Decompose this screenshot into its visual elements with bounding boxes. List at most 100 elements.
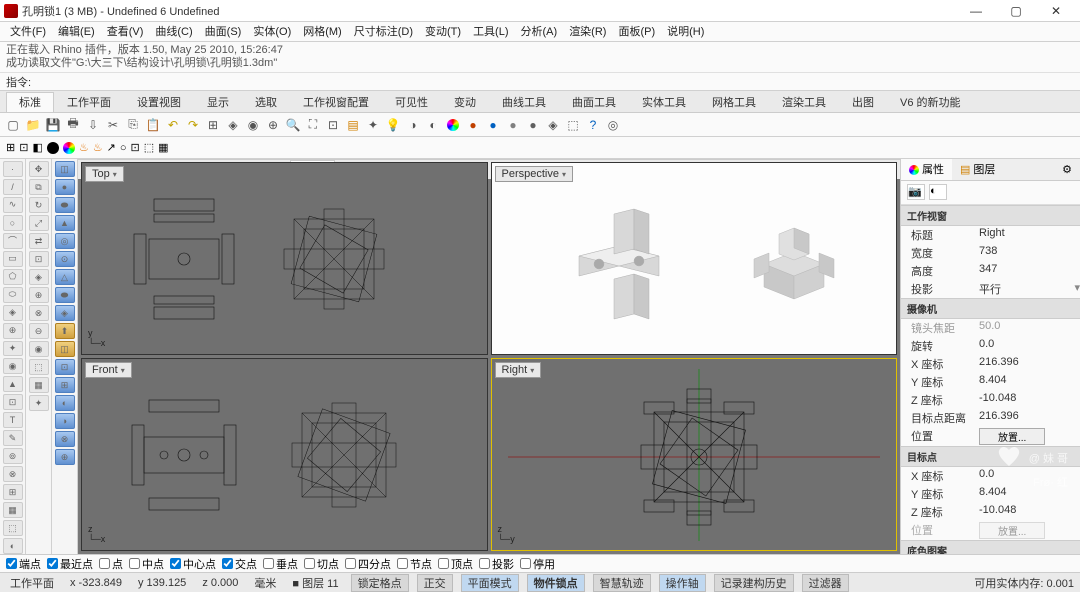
tool-icon[interactable]: ○ <box>120 142 127 154</box>
ellipsoid-icon[interactable]: ⬬ <box>55 287 75 303</box>
cut-icon[interactable]: ✂ <box>104 116 122 134</box>
tab-solidtools[interactable]: 实体工具 <box>629 92 699 112</box>
status-history[interactable]: 记录建构历史 <box>714 574 794 592</box>
tool-icon[interactable]: ◈ <box>55 305 75 321</box>
tool-icon[interactable]: ◎ <box>604 116 622 134</box>
tool-icon[interactable]: ⬚ <box>144 141 154 154</box>
circle-tool-icon[interactable]: ○ <box>3 215 23 231</box>
status-unit[interactable]: 毫米 <box>250 575 280 591</box>
osnap-7[interactable]: 切点 <box>304 556 339 572</box>
tool-icon[interactable]: ↗ <box>107 141 116 154</box>
tool-icon[interactable]: ▦ <box>29 377 49 393</box>
menu-dimension[interactable]: 尺寸标注(D) <box>348 22 419 41</box>
tool-icon[interactable]: ⊚ <box>3 448 23 464</box>
menu-file[interactable]: 文件(F) <box>4 22 52 41</box>
tool-icon[interactable]: ⊖ <box>29 323 49 339</box>
tab-curvetools[interactable]: 曲线工具 <box>489 92 559 112</box>
print-icon[interactable]: 🖶 <box>64 116 82 134</box>
menu-mesh[interactable]: 网格(M) <box>297 22 348 41</box>
tool-icon[interactable]: ✦ <box>3 341 23 357</box>
menu-surface[interactable]: 曲面(S) <box>199 22 248 41</box>
close-button[interactable]: ✕ <box>1036 0 1076 22</box>
box-icon[interactable]: ◫ <box>55 161 75 177</box>
status-gridsnap[interactable]: 锁定格点 <box>351 574 409 592</box>
tab-layers[interactable]: ▤图层 <box>952 159 1003 180</box>
tool-icon[interactable]: ⊡ <box>324 116 342 134</box>
tab-standard[interactable]: 标准 <box>6 92 54 112</box>
status-ortho[interactable]: 正交 <box>417 574 453 592</box>
arc-tool-icon[interactable]: ⌒ <box>3 233 23 249</box>
viewport-front[interactable]: Front▾ <box>81 358 488 551</box>
polygon-tool-icon[interactable]: ⬠ <box>3 269 23 285</box>
osnap-5[interactable]: 交点 <box>222 556 257 572</box>
menu-curve[interactable]: 曲线(C) <box>149 22 198 41</box>
paste-icon[interactable]: 📋 <box>144 116 162 134</box>
tool-icon[interactable]: ✦ <box>29 395 49 411</box>
tool-icon[interactable]: ▲ <box>3 376 23 392</box>
color-icon[interactable] <box>444 116 462 134</box>
scale-tool-icon[interactable]: ⤢ <box>29 215 49 231</box>
camera-icon[interactable]: 📷 <box>907 184 925 200</box>
tool-icon[interactable]: ◧ <box>32 141 42 154</box>
help-icon[interactable]: ? <box>584 116 602 134</box>
curve-tool-icon[interactable]: ∿ <box>3 197 23 213</box>
material-icon[interactable]: ◐ <box>929 184 947 200</box>
tube-icon[interactable]: ◎ <box>55 233 75 249</box>
status-planar[interactable]: 平面模式 <box>461 574 519 592</box>
save-icon[interactable]: 💾 <box>44 116 62 134</box>
torus-icon[interactable]: ⊙ <box>55 251 75 267</box>
osnap-12[interactable]: 停用 <box>520 556 555 572</box>
tool-icon[interactable]: ✦ <box>364 116 382 134</box>
prop-value[interactable]: 0.0 <box>979 338 1080 354</box>
tab-cplane[interactable]: 工作平面 <box>54 92 124 112</box>
rotate-tool-icon[interactable]: ↻ <box>29 197 49 213</box>
menu-edit[interactable]: 编辑(E) <box>52 22 101 41</box>
tool-icon[interactable]: ⊗ <box>55 431 75 447</box>
tool-icon[interactable]: ⊕ <box>55 449 75 465</box>
tool-icon[interactable]: ▦ <box>158 141 168 154</box>
osnap-4[interactable]: 中心点 <box>170 556 216 572</box>
prop-value[interactable]: 8.404 <box>979 374 1080 390</box>
sphere-icon[interactable]: ● <box>484 116 502 134</box>
tool-icon[interactable]: ▦ <box>3 502 23 518</box>
mirror-tool-icon[interactable]: ⇄ <box>29 233 49 249</box>
tab-properties[interactable]: 属性 <box>901 159 952 180</box>
tab-surfacetools[interactable]: 曲面工具 <box>559 92 629 112</box>
menu-help[interactable]: 说明(H) <box>661 22 710 41</box>
prop-value[interactable]: 216.396 <box>979 356 1080 372</box>
status-smarttrack[interactable]: 智慧轨迹 <box>593 574 651 592</box>
menu-render[interactable]: 渲染(R) <box>563 22 612 41</box>
sphere-icon[interactable]: ● <box>524 116 542 134</box>
tool-icon[interactable]: ⊡ <box>3 394 23 410</box>
tool-icon[interactable]: ◈ <box>544 116 562 134</box>
osnap-9[interactable]: 节点 <box>397 556 432 572</box>
status-osnap[interactable]: 物件锁点 <box>527 574 585 592</box>
tool-icon[interactable]: ✎ <box>3 430 23 446</box>
menu-analyze[interactable]: 分析(A) <box>515 22 564 41</box>
prop-value[interactable]: 0.0 <box>979 468 1080 484</box>
tab-meshtools[interactable]: 网格工具 <box>699 92 769 112</box>
prop-value[interactable]: 738 <box>979 245 1080 261</box>
tab-v6new[interactable]: V6 的新功能 <box>887 92 974 112</box>
tool-icon[interactable]: ◈ <box>29 269 49 285</box>
rect-tool-icon[interactable]: ▭ <box>3 251 23 267</box>
tool-icon[interactable]: ◉ <box>29 341 49 357</box>
zoom-ext-icon[interactable]: ⛶ <box>304 116 322 134</box>
text-tool-icon[interactable]: T <box>3 412 23 428</box>
tool-icon[interactable]: ◑ <box>404 116 422 134</box>
osnap-1[interactable]: 最近点 <box>47 556 93 572</box>
minimize-button[interactable]: — <box>956 0 996 22</box>
prop-value[interactable]: -10.048 <box>979 504 1080 520</box>
tab-visibility[interactable]: 可见性 <box>382 92 441 112</box>
tab-setview[interactable]: 设置视图 <box>124 92 194 112</box>
prop-value[interactable]: 平行 ▾ <box>979 281 1080 297</box>
redo-icon[interactable]: ↷ <box>184 116 202 134</box>
color-wheel-icon[interactable] <box>63 142 75 154</box>
viewport-top[interactable]: Top▾ <box>81 162 488 355</box>
tool-icon[interactable]: ◉ <box>3 358 23 374</box>
pyramid-icon[interactable]: △ <box>55 269 75 285</box>
sphere-icon[interactable]: ● <box>55 179 75 195</box>
status-gumball[interactable]: 操作轴 <box>659 574 706 592</box>
tool-icon[interactable]: ⊞ <box>6 141 15 154</box>
tab-viewport[interactable]: 工作视窗配置 <box>290 92 382 112</box>
